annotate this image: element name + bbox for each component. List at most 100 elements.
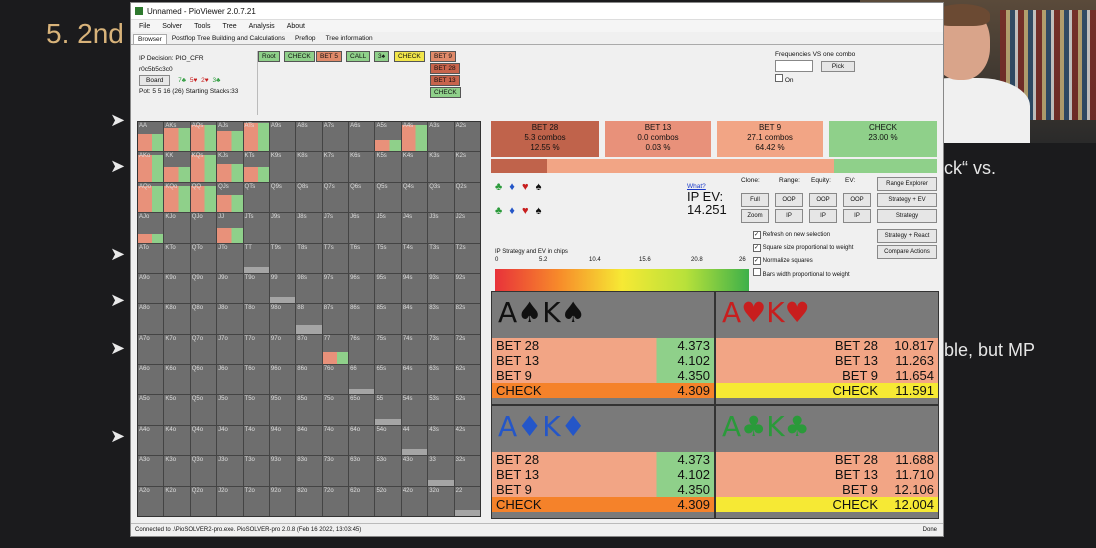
- combo-quadrant[interactable]: A♦K♦ BET 28 4.373 BET 13 4.102 BET 9 4.350 CHEC…: [491, 405, 715, 519]
- hand-cell[interactable]: 83o: [296, 456, 322, 486]
- action-check-3[interactable]: CHECK: [430, 87, 461, 98]
- action-bet-28[interactable]: BET 28: [430, 63, 460, 74]
- hand-cell[interactable]: T9o: [243, 273, 269, 304]
- hand-cell[interactable]: 95o: [269, 395, 296, 425]
- hand-cell[interactable]: 92s: [454, 273, 480, 304]
- hand-cell[interactable]: Q8o: [190, 304, 217, 334]
- hand-cell[interactable]: 85s: [375, 304, 401, 334]
- diamond-icon[interactable]: ♦: [509, 181, 515, 193]
- hand-cell[interactable]: T6s: [349, 243, 375, 273]
- combo-input[interactable]: [775, 60, 813, 72]
- club-icon[interactable]: ♣: [495, 205, 502, 217]
- hand-cell[interactable]: Q3o: [190, 456, 217, 486]
- hand-cell[interactable]: A3o: [138, 456, 164, 486]
- hand-cell[interactable]: 63s: [428, 365, 454, 395]
- hand-cell[interactable]: KJo: [164, 213, 190, 243]
- hand-cell[interactable]: A3s: [428, 122, 454, 152]
- hand-cell[interactable]: 55: [375, 395, 401, 425]
- hand-cell[interactable]: K5s: [375, 152, 401, 182]
- hand-cell[interactable]: K4s: [401, 152, 428, 182]
- hand-cell[interactable]: 84s: [401, 304, 428, 334]
- option-checkbox[interactable]: ✓: [753, 244, 761, 252]
- hand-cell[interactable]: JTo: [217, 243, 243, 273]
- strategy-check[interactable]: CHECK 23.00 %: [829, 121, 937, 157]
- action-bet-9[interactable]: BET 9: [430, 51, 456, 62]
- hand-cell[interactable]: KQs: [190, 152, 217, 182]
- hand-cell[interactable]: Q5o: [190, 395, 217, 425]
- pick-button[interactable]: Pick: [820, 60, 856, 72]
- hand-cell[interactable]: 33: [428, 456, 454, 486]
- hand-cell[interactable]: 87s: [322, 304, 349, 334]
- hand-cell[interactable]: T8o: [243, 304, 269, 334]
- board-button[interactable]: Board: [139, 75, 171, 86]
- hand-cell[interactable]: Q9s: [269, 182, 296, 213]
- action-turn-card[interactable]: 3♠: [374, 51, 390, 62]
- option-checkbox[interactable]: ✓: [753, 231, 761, 239]
- hand-cell[interactable]: 92o: [269, 486, 296, 516]
- option-checkbox[interactable]: [753, 268, 761, 276]
- hand-cell[interactable]: T6o: [243, 365, 269, 395]
- heart-icon[interactable]: ♥: [522, 181, 529, 193]
- hand-cell[interactable]: A6o: [138, 365, 164, 395]
- hand-cell[interactable]: Q6o: [190, 365, 217, 395]
- hand-cell[interactable]: 75s: [375, 334, 401, 365]
- hand-cell[interactable]: T5s: [375, 243, 401, 273]
- ev-oop-button[interactable]: OOP: [843, 193, 871, 207]
- hand-cell[interactable]: K3o: [164, 456, 190, 486]
- hand-cell[interactable]: 53o: [375, 456, 401, 486]
- hand-cell[interactable]: 66: [349, 365, 375, 395]
- hand-cell[interactable]: 87o: [296, 334, 322, 365]
- hand-cell[interactable]: AQo: [138, 182, 164, 213]
- combo-quadrant[interactable]: A♥K♥ BET 28 10.817 BET 13 11.263 BET 9 11.654 C…: [715, 291, 939, 405]
- hand-cell[interactable]: J6o: [217, 365, 243, 395]
- hand-cell[interactable]: 96o: [269, 365, 296, 395]
- hand-cell[interactable]: K6s: [349, 152, 375, 182]
- hand-cell[interactable]: Q9o: [190, 273, 217, 304]
- hand-cell[interactable]: JJ: [217, 213, 243, 243]
- hand-cell[interactable]: 74s: [401, 334, 428, 365]
- hand-cell[interactable]: Q3s: [428, 182, 454, 213]
- hand-cell[interactable]: 22: [454, 486, 480, 516]
- hand-cell[interactable]: 99: [269, 273, 296, 304]
- hand-cell[interactable]: KTs: [243, 152, 269, 182]
- range-ip-button[interactable]: IP: [775, 209, 803, 223]
- menu-about[interactable]: About: [287, 23, 305, 30]
- hand-cell[interactable]: QJo: [190, 213, 217, 243]
- hand-cell[interactable]: J5o: [217, 395, 243, 425]
- hand-cell[interactable]: AQs: [190, 122, 217, 152]
- hand-cell[interactable]: 84o: [296, 425, 322, 456]
- hand-cell[interactable]: T8s: [296, 243, 322, 273]
- hand-cell[interactable]: T2o: [243, 486, 269, 516]
- hand-cell[interactable]: 44: [401, 425, 428, 456]
- hand-cell[interactable]: A7s: [322, 122, 349, 152]
- hand-cell[interactable]: QQ: [190, 182, 217, 213]
- hand-cell[interactable]: J5s: [375, 213, 401, 243]
- hand-cell[interactable]: Q8s: [296, 182, 322, 213]
- spade-icon[interactable]: ♠: [536, 181, 542, 193]
- hand-cell[interactable]: 53s: [428, 395, 454, 425]
- hand-cell[interactable]: 94s: [401, 273, 428, 304]
- hand-cell[interactable]: 65s: [375, 365, 401, 395]
- strategy-ev-button[interactable]: Strategy + EV: [877, 193, 937, 207]
- hand-cell[interactable]: A2s: [454, 122, 480, 152]
- hand-cell[interactable]: 62s: [454, 365, 480, 395]
- hand-cell[interactable]: 76s: [349, 334, 375, 365]
- hand-cell[interactable]: 52s: [454, 395, 480, 425]
- combo-quadrant[interactable]: A♣K♣ BET 28 11.688 BET 13 11.710 BET 9 12.106 C…: [715, 405, 939, 519]
- hand-cell[interactable]: 43o: [401, 456, 428, 486]
- hand-cell[interactable]: KJs: [217, 152, 243, 182]
- hand-cell[interactable]: A5o: [138, 395, 164, 425]
- action-check[interactable]: CHECK: [284, 51, 315, 62]
- hand-cell[interactable]: K5o: [164, 395, 190, 425]
- hand-cell[interactable]: J6s: [349, 213, 375, 243]
- hand-cell[interactable]: 93o: [269, 456, 296, 486]
- hand-cell[interactable]: AA: [138, 122, 164, 152]
- equity-ip-button[interactable]: IP: [809, 209, 837, 223]
- hand-cell[interactable]: J4o: [217, 425, 243, 456]
- strategy-react-button[interactable]: Strategy + React: [877, 229, 937, 243]
- hand-cell[interactable]: A4o: [138, 425, 164, 456]
- hand-cell[interactable]: A4s: [401, 122, 428, 152]
- hand-cell[interactable]: Q6s: [349, 182, 375, 213]
- hand-cell[interactable]: 62o: [349, 486, 375, 516]
- strategy-bet-13[interactable]: BET 13 0.0 combos 0.03 %: [605, 121, 711, 157]
